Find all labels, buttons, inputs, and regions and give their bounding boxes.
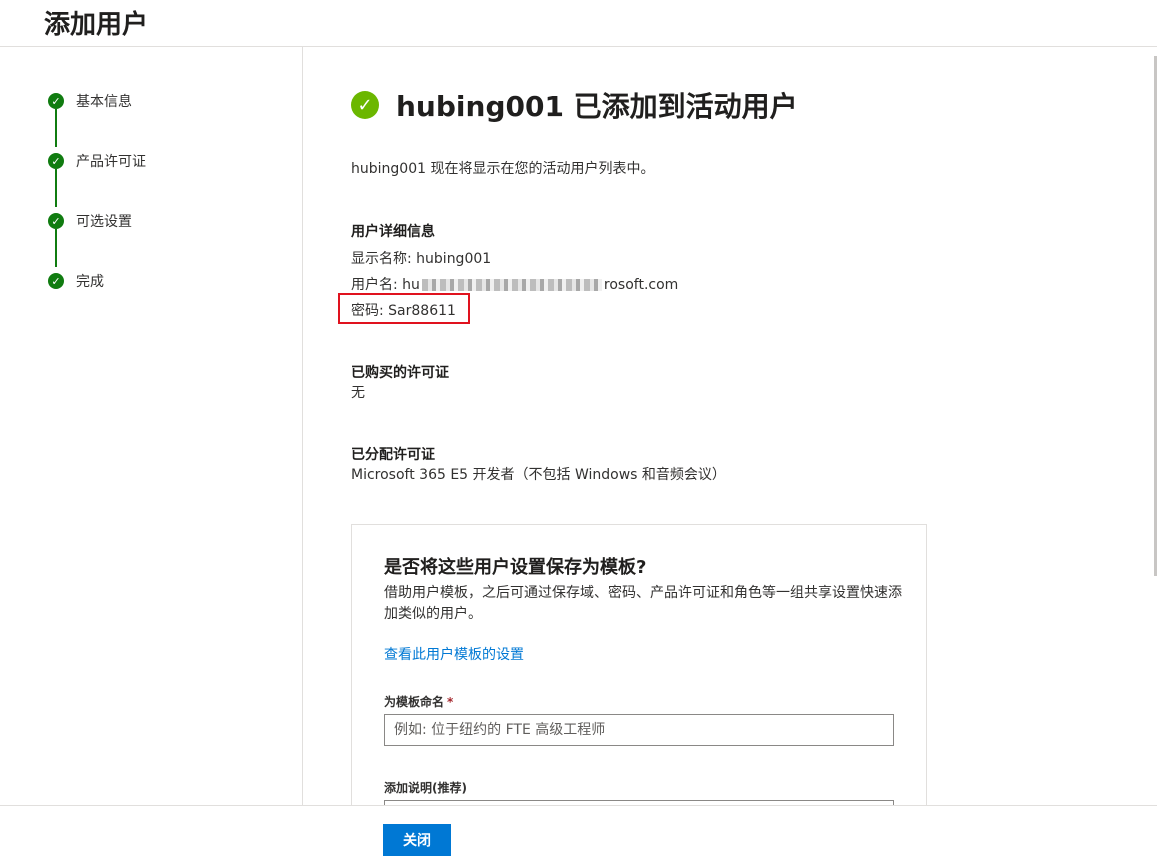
success-message: hubing001 现在将显示在您的活动用户列表中。 [351,161,655,177]
success-check-icon: ✓ [351,91,379,119]
template-desc-label: 添加说明(推荐) [384,781,467,795]
view-template-settings-link[interactable]: 查看此用户模板的设置 [384,644,524,664]
step-label: 可选设置 [76,214,132,230]
page-title: 添加用户 [44,10,149,40]
template-name-label: 为模板命名 * [384,693,453,710]
username-prefix: 用户名: hu [351,277,420,293]
save-template-card: 是否将这些用户设置保存为模板? 借助用户模板，之后可通过保存域、密码、产品许可证… [351,524,927,832]
step-basic-info[interactable]: ✓ 基本信息 [48,91,132,111]
close-button[interactable]: 关闭 [383,824,451,856]
username-suffix: rosoft.com [603,277,679,293]
template-name-label-text: 为模板命名 [384,695,445,709]
redacted-region [421,279,602,291]
step-finish[interactable]: ✓ 完成 [48,271,104,291]
success-heading: ✓ hubing001 已添加到活动用户 [351,85,798,125]
purchased-heading: 已购买的许可证 [351,365,449,381]
details-heading: 用户详细信息 [351,224,435,240]
checkmark-icon: ✓ [48,153,64,169]
checkmark-icon: ✓ [48,213,64,229]
username: 用户名: hu rosoft.com [351,274,678,294]
checkmark-icon: ✓ [48,93,64,109]
step-label: 基本信息 [76,94,132,110]
step-label: 完成 [76,274,104,290]
required-mark: * [447,695,454,709]
purchased-value: 无 [351,385,365,401]
display-name: 显示名称: hubing001 [351,251,492,267]
step-product-license[interactable]: ✓ 产品许可证 [48,151,146,171]
step-connector [55,169,57,207]
assigned-heading: 已分配许可证 [351,447,435,463]
assigned-value: Microsoft 365 E5 开发者（不包括 Windows 和音频会议） [351,467,726,483]
step-connector [55,109,57,147]
step-label: 产品许可证 [76,154,146,170]
password-highlight-box [338,293,470,324]
checkmark-icon: ✓ [48,273,64,289]
header-bar: 添加用户 [0,0,1157,47]
template-name-input[interactable] [384,714,894,746]
card-description: 借助用户模板，之后可通过保存域、密码、产品许可证和角色等一组共享设置快速添加类似… [384,585,902,622]
wizard-steps: ✓ 基本信息 ✓ 产品许可证 ✓ 可选设置 ✓ 完成 [0,47,303,805]
success-title: hubing001 已添加到活动用户 [396,90,798,123]
card-title: 是否将这些用户设置保存为模板? [384,557,647,578]
footer-bar: 关闭 [0,805,1157,864]
step-connector [55,229,57,267]
step-optional-settings[interactable]: ✓ 可选设置 [48,211,132,231]
